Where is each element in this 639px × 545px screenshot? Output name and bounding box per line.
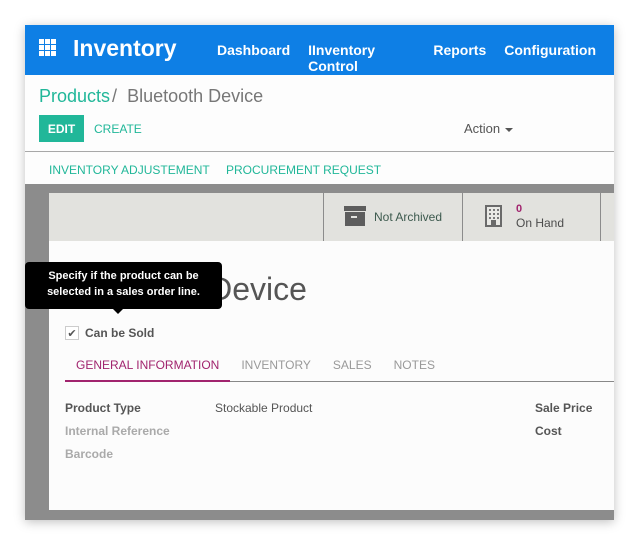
tab-inventory[interactable]: INVENTORY: [230, 352, 322, 382]
breadcrumb-current: Bluetooth Device: [127, 86, 264, 106]
cost-label: Cost: [535, 424, 562, 438]
create-button[interactable]: CREATE: [94, 122, 142, 136]
archive-status-label: Not Archived: [374, 210, 443, 224]
nav-item-inventory-control[interactable]: IInventory Control: [308, 42, 415, 74]
action-label: Action: [464, 121, 501, 136]
apps-grid-icon[interactable]: [39, 39, 56, 56]
app-name: Inventory: [73, 35, 177, 61]
sale-price-label: Sale Price: [535, 401, 593, 415]
notebook-tabs: GENERAL INFORMATION INVENTORY SALES NOTE…: [65, 352, 614, 382]
nav-item-dashboard[interactable]: Dashboard: [217, 42, 290, 74]
tooltip-text: Specify if the product can be selected i…: [47, 270, 200, 298]
smart-button-box: Not Archived 0 On Hand: [49, 193, 614, 241]
archive-toggle-button[interactable]: Not Archived: [323, 193, 462, 241]
checkmark-icon[interactable]: ✔: [65, 326, 79, 340]
tab-notes[interactable]: NOTES: [383, 352, 446, 382]
product-type-value[interactable]: Stockable Product: [215, 401, 312, 415]
breadcrumb: Products / Bluetooth Device: [39, 86, 263, 107]
can-be-sold-tooltip: Specify if the product can be selected i…: [25, 262, 222, 314]
tooltip-arrow: [113, 309, 123, 314]
tab-general-information[interactable]: GENERAL INFORMATION: [65, 352, 231, 382]
can-be-sold-label: Can be Sold: [85, 326, 155, 340]
internal-reference-label: Internal Reference: [65, 424, 170, 438]
nav-item-configuration[interactable]: Configuration: [504, 42, 596, 74]
breadcrumb-products[interactable]: Products: [39, 86, 110, 106]
on-hand-label: On Hand: [516, 216, 565, 230]
inventory-adjustment-button[interactable]: INVENTORY ADJUSTEMENT: [49, 163, 210, 177]
edit-button[interactable]: EDIT: [39, 115, 84, 142]
caret-down-icon: [505, 127, 514, 132]
sheet-background: Not Archived 0 On Hand Bluetooth Device …: [25, 184, 614, 520]
tab-sales[interactable]: SALES: [322, 352, 383, 382]
form-sheet: Not Archived 0 On Hand Bluetooth Device …: [49, 193, 614, 510]
building-icon: [485, 205, 502, 227]
on-hand-value: 0: [516, 203, 523, 215]
can-be-sold-checkbox[interactable]: ✔ Can be Sold: [65, 326, 154, 340]
product-type-label: Product Type: [65, 401, 141, 415]
archive-icon: [344, 206, 366, 226]
control-panel: Products / Bluetooth Device EDIT CREATE A…: [25, 75, 614, 152]
form-header: INVENTORY ADJUSTEMENT PROCUREMENT REQUES…: [25, 153, 614, 184]
top-navbar: Inventory Dashboard IInventory Control R…: [25, 25, 614, 75]
barcode-label: Barcode: [65, 447, 114, 461]
on-hand-button[interactable]: 0 On Hand: [462, 193, 601, 241]
nav-menu: Dashboard IInventory Control Reports Con…: [217, 42, 614, 74]
action-dropdown[interactable]: Action: [464, 121, 514, 136]
procurement-request-button[interactable]: PROCUREMENT REQUEST: [226, 163, 381, 177]
breadcrumb-separator: /: [112, 86, 118, 106]
nav-item-reports[interactable]: Reports: [433, 42, 486, 74]
